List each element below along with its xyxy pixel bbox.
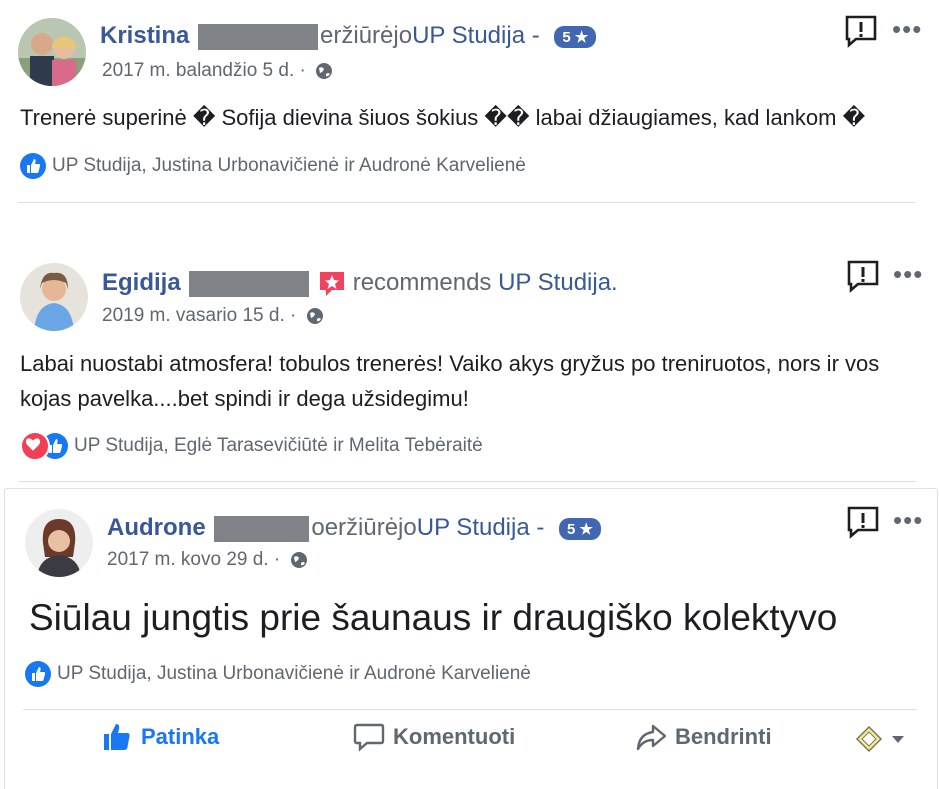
author-name[interactable]: Egidija — [102, 269, 181, 296]
divider — [18, 202, 916, 203]
feed-gap — [0, 210, 940, 245]
like-label: Patinka — [141, 724, 220, 749]
divider — [23, 709, 917, 710]
reactions-names: UP Studija, Justina Urbonavičienė ir Aud… — [57, 663, 531, 684]
avatar[interactable] — [25, 509, 93, 577]
report-icon[interactable] — [844, 14, 878, 48]
reactions-summary[interactable]: UP Studija, Eglė Tarasevičiūtė ir Melita… — [20, 431, 483, 461]
page-link[interactable]: UP Studija. — [498, 269, 618, 296]
redacted-name — [214, 515, 310, 542]
love-reaction-icon — [20, 431, 50, 461]
share-label: Bendrinti — [675, 724, 772, 749]
chevron-down-icon — [892, 736, 904, 743]
page-link[interactable]: UP Studija — [417, 514, 530, 541]
page-link[interactable]: UP Studija — [412, 22, 525, 49]
post-header: Kristina eržiūrėjoUP Studija - 5 ★ — [100, 22, 597, 50]
avatar[interactable] — [18, 18, 86, 86]
thumbs-up-icon — [104, 724, 130, 750]
post-date[interactable]: 2017 m. balandžio 5 d. · — [102, 60, 306, 81]
recommends-text: recommends — [352, 269, 492, 296]
post-text: Trenerė superinė � Sofija dievina šiuos … — [20, 105, 866, 130]
review-post-1: Kristina eržiūrėjoUP Studija - 5 ★ 2017 … — [0, 0, 940, 210]
more-options-button[interactable]: ••• — [893, 505, 923, 536]
like-reaction-icon — [25, 661, 51, 687]
rating-badge: 5 ★ — [559, 517, 602, 540]
comment-icon — [353, 723, 385, 752]
author-name[interactable]: Audrone — [107, 514, 206, 541]
redacted-name — [189, 270, 310, 297]
rating-badge: 5 ★ — [554, 25, 597, 48]
reactions-summary[interactable]: UP Studija, Justina Urbonavičienė ir Aud… — [20, 153, 526, 179]
post-text: Siūlau jungtis prie šaunaus ir draugiško… — [29, 597, 838, 638]
recommend-star-icon — [320, 271, 345, 296]
redacted-name — [198, 23, 319, 50]
action-text: eržiūrėjo — [320, 22, 413, 49]
report-icon[interactable] — [846, 259, 880, 293]
separator: - — [525, 22, 540, 49]
action-bar: Patinka Komentuoti Bendrinti — [5, 711, 937, 771]
post-date-line: 2017 m. kovo 29 d. · — [107, 549, 308, 571]
review-post-3: Audrone oeržiūrėjoUP Studija - 5 ★ 2017 … — [4, 488, 938, 789]
share-button[interactable]: Bendrinti — [635, 721, 772, 753]
review-post-2: Egidija recommends UP Studija. 2019 m. v… — [0, 245, 940, 485]
action-text: oeržiūrėjo — [311, 514, 417, 541]
share-icon — [636, 724, 667, 751]
post-date-line: 2017 m. balandžio 5 d. · — [102, 60, 333, 82]
more-options-button[interactable]: ••• — [892, 14, 922, 45]
post-text: Labai nuostabi atmosfera! tobulos trener… — [20, 351, 880, 411]
post-header: Egidija recommends UP Studija. — [102, 269, 618, 298]
author-name[interactable]: Kristina — [100, 22, 189, 49]
comment-label: Komentuoti — [393, 724, 516, 749]
post-date[interactable]: 2017 m. kovo 29 d. · — [107, 549, 280, 570]
comment-button[interactable]: Komentuoti — [353, 721, 515, 753]
like-reaction-icon — [20, 153, 46, 179]
globe-icon — [290, 551, 307, 568]
post-date[interactable]: 2019 m. vasario 15 d. · — [102, 305, 296, 326]
reactions-names: UP Studija, Eglė Tarasevičiūtė ir Melita… — [74, 435, 483, 456]
post-date-line: 2019 m. vasario 15 d. · — [102, 305, 324, 327]
more-options-button[interactable]: ••• — [893, 259, 923, 290]
reactions-names: UP Studija, Justina Urbonavičienė ir Aud… — [52, 155, 526, 176]
like-button[interactable]: Patinka — [101, 721, 219, 753]
globe-icon — [316, 62, 333, 79]
separator: - — [529, 514, 545, 541]
page-diamond-icon — [855, 725, 883, 753]
divider — [18, 481, 916, 482]
reactions-summary[interactable]: UP Studija, Justina Urbonavičienė ir Aud… — [25, 661, 531, 687]
page-selector[interactable] — [855, 725, 907, 753]
report-icon[interactable] — [846, 505, 880, 539]
globe-icon — [306, 307, 323, 324]
avatar[interactable] — [20, 263, 88, 331]
post-header: Audrone oeržiūrėjoUP Studija - 5 ★ — [107, 514, 602, 542]
